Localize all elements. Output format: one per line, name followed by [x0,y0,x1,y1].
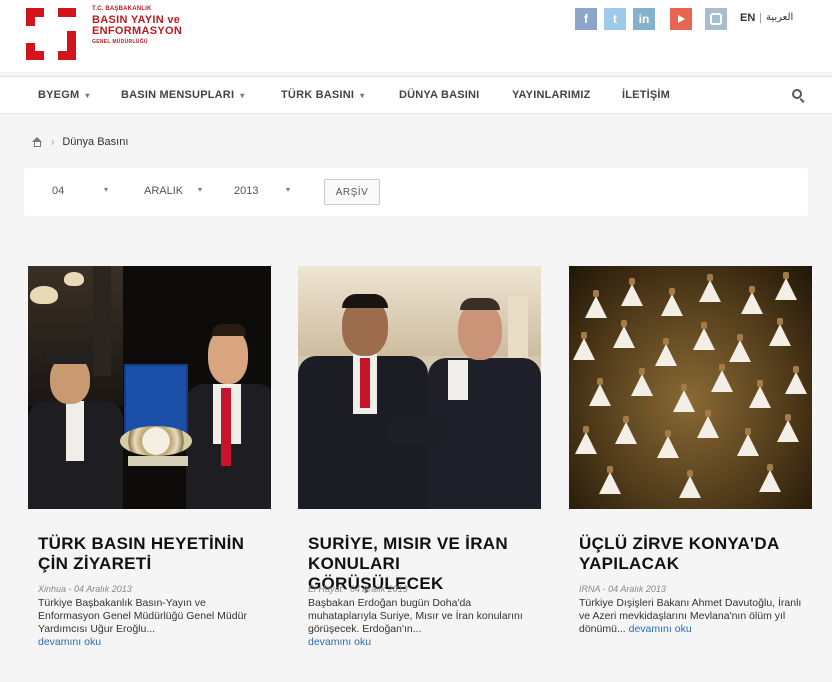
nav-item-yayinlarimiz[interactable]: YAYINLARIMIZ [512,89,591,101]
article-image[interactable] [298,266,541,509]
breadcrumb-current: Dünya Basını [62,136,129,148]
nav-item-turk-basini[interactable]: TÜRK BASINI ▾ [281,89,364,101]
article-excerpt: Türkiye Dışişleri Bakanı Ahmet Davutoğlu… [579,597,809,636]
nav-item-label: BASIN MENSUPLARI [121,89,235,101]
camera-icon [710,13,722,25]
facebook-glyph: f [584,12,588,26]
read-more-link[interactable]: devamını oku [629,623,692,635]
article-meta: Xinhua - 04 Aralık 2013 [38,584,132,594]
archive-button[interactable]: ARŞİV [324,179,380,205]
linkedin-glyph: in [638,12,650,26]
article-title[interactable]: ÜÇLÜ ZİRVE KONYA'DA YAPILACAK [579,534,809,574]
article-meta: El Hayat - 04 Aralık 2013 [308,584,408,594]
logo-line-4: GENEL MÜDÜRLÜĞÜ [92,39,148,45]
home-icon[interactable] [32,137,43,147]
breadcrumb-separator: › [51,136,55,148]
twitter-glyph: t [613,12,617,26]
nav-item-iletisim[interactable]: İLETİŞİM [622,89,670,101]
month-select[interactable]: ARALIK ▾ [144,185,214,197]
chevron-down-icon: ▾ [85,91,90,100]
article-title[interactable]: TÜRK BASIN HEYETİNİN ÇİN ZİYARETİ [38,534,268,574]
article-excerpt-text: Başbakan Erdoğan bugün Doha'da muhatapla… [308,597,523,635]
play-icon [677,15,685,23]
year-select-value: 2013 [234,185,259,197]
logo-line-1: T.C. BAŞBAKANLIK [92,6,152,12]
article-image[interactable] [569,266,812,509]
archive-filter: 04 ▾ ARALIK ▾ 2013 ▾ ARŞİV [24,168,808,216]
nav-item-label: DÜNYA BASINI [399,89,480,101]
read-more-link[interactable]: devamını oku [308,636,371,648]
twitter-icon[interactable]: t [604,8,626,30]
facebook-icon[interactable]: f [575,8,597,30]
language-ar-link[interactable]: العربية [766,12,793,23]
article-excerpt: Başbakan Erdoğan bugün Doha'da muhatapla… [308,597,538,649]
nav-item-label: TÜRK BASINI [281,89,355,101]
chevron-down-icon: ▾ [240,91,245,100]
day-select-value: 04 [52,185,65,197]
read-more-link[interactable]: devamını oku [38,636,101,648]
search-icon[interactable] [792,89,805,103]
language-separator: | [759,12,762,24]
youtube-icon[interactable] [670,8,692,30]
site-header: T.C. BAŞBAKANLIK BASIN YAYIN ve ENFORMAS… [0,0,832,72]
nav-item-basin-mensuplari[interactable]: BASIN MENSUPLARI ▾ [121,89,244,101]
nav-item-byegm[interactable]: BYEGM ▾ [38,89,90,101]
main-nav: BYEGM ▾ BASIN MENSUPLARI ▾ TÜRK BASINI ▾ DÜ… [0,76,832,114]
chevron-down-icon: ▾ [360,91,365,100]
chevron-down-icon: ▾ [198,185,203,194]
logo-line-3: ENFORMASYON [92,25,183,37]
chevron-down-icon: ▾ [286,185,291,194]
article-image[interactable] [28,266,271,509]
year-select[interactable]: 2013 ▾ [234,185,304,197]
nav-item-dunya-basini[interactable]: DÜNYA BASINI [399,89,479,101]
article-excerpt-text: Türkiye Başbakanlık Basın-Yayın ve Enfor… [38,597,247,635]
article-excerpt: Türkiye Başbakanlık Basın-Yayın ve Enfor… [38,597,268,649]
logo-mark[interactable] [26,8,76,60]
linkedin-icon[interactable]: in [633,8,655,30]
breadcrumb: › Dünya Basını [32,136,128,148]
nav-item-label: YAYINLARIMIZ [512,89,591,101]
nav-item-label: BYEGM [38,89,80,101]
nav-item-label: İLETİŞİM [622,89,671,101]
logo-text[interactable]: T.C. BAŞBAKANLIK BASIN YAYIN ve ENFORMAS… [92,6,182,45]
chevron-down-icon: ▾ [104,185,109,194]
day-select[interactable]: 04 ▾ [52,185,122,197]
article-meta: IRNA - 04 Aralık 2013 [579,584,666,594]
language-en-link[interactable]: EN [740,12,755,24]
month-select-value: ARALIK [144,185,184,197]
instagram-icon[interactable] [705,8,727,30]
